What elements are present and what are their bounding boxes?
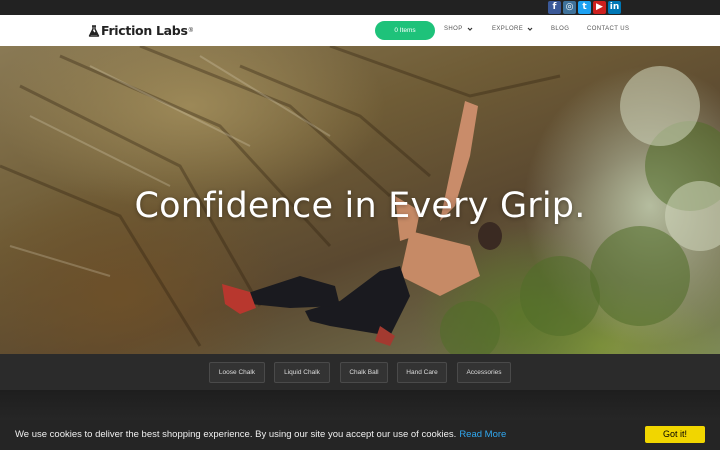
cookie-read-more-link[interactable]: Read More	[459, 429, 506, 440]
category-accessories-button[interactable]: Accessories	[457, 362, 511, 383]
category-liquid-chalk-button[interactable]: Liquid Chalk	[274, 362, 330, 383]
instagram-icon[interactable]: ◎	[563, 1, 576, 14]
cookie-message: We use cookies to deliver the best shopp…	[15, 429, 506, 440]
nav-explore[interactable]: EXPLORE	[492, 26, 533, 32]
youtube-icon[interactable]: ▶	[593, 1, 606, 14]
category-loose-chalk-button[interactable]: Loose Chalk	[209, 362, 265, 383]
cookie-accept-button[interactable]: Got it!	[645, 426, 705, 443]
category-bar: Loose Chalk Liquid Chalk Chalk Ball Hand…	[0, 354, 720, 390]
main-navbar: Friction Labs ® 0 Items SHOP EXPLORE BLO…	[0, 15, 720, 46]
nav-blog-label: BLOG	[551, 26, 570, 32]
nav-contact-label: CONTACT US	[587, 26, 630, 32]
nav-explore-label: EXPLORE	[492, 26, 524, 32]
category-hand-care-button[interactable]: Hand Care	[397, 362, 447, 383]
hero-banner: Confidence in Every Grip.	[0, 46, 720, 354]
twitter-icon[interactable]: t	[578, 1, 591, 14]
nav-shop-label: SHOP	[444, 26, 463, 32]
nav-contact-us[interactable]: CONTACT US	[587, 26, 629, 32]
cookie-banner: We use cookies to deliver the best shopp…	[0, 420, 720, 450]
top-social-bar: f ◎ t ▶ in	[0, 0, 720, 15]
cart-button[interactable]: 0 Items	[375, 21, 435, 40]
logo-text: Friction Labs	[101, 23, 188, 38]
cookie-message-text: We use cookies to deliver the best shopp…	[15, 429, 457, 440]
hero-title: Confidence in Every Grip.	[134, 186, 586, 226]
logo-flask-icon	[88, 24, 100, 37]
chevron-down-icon	[467, 27, 473, 31]
facebook-icon[interactable]: f	[548, 1, 561, 14]
nav-shop[interactable]: SHOP	[444, 26, 473, 32]
category-chalk-ball-button[interactable]: Chalk Ball	[340, 362, 388, 383]
chevron-down-icon	[527, 27, 533, 31]
linkedin-icon[interactable]: in	[608, 1, 621, 14]
friction-labs-logo[interactable]: Friction Labs ®	[88, 22, 193, 39]
nav-blog[interactable]: BLOG	[551, 26, 569, 32]
logo-registered-mark: ®	[188, 27, 194, 34]
content-section	[0, 390, 720, 420]
